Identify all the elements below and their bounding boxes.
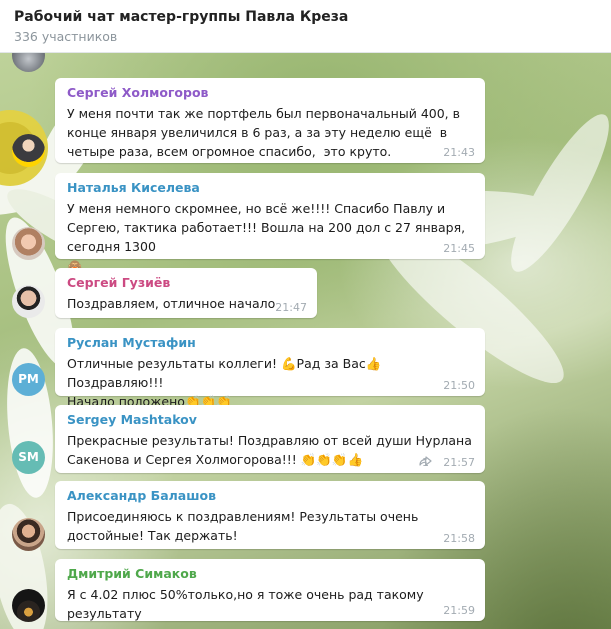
message-text: Отличные результаты коллеги! 💪Рад за Вас…	[67, 354, 474, 411]
message-text: У меня немного скромнее, но всё же!!!! С…	[67, 199, 474, 275]
avatar[interactable]	[12, 134, 45, 167]
message-bubble[interactable]: Наталья Киселева У меня немного скромнее…	[55, 173, 485, 273]
message-time: 21:57	[443, 456, 475, 469]
avatar[interactable]	[12, 285, 45, 318]
forward-arrow-icon	[419, 456, 432, 466]
avatar[interactable]	[12, 589, 45, 622]
avatar-initials: SM	[18, 450, 39, 464]
message-text: Прекрасные результаты! Поздравляю от все…	[67, 431, 474, 469]
message-time: 21:50	[443, 379, 475, 392]
message-text-part: Отличные результаты коллеги!	[67, 356, 281, 371]
chat-title: Рабочий чат мастер-группы Павла Креза	[14, 9, 349, 25]
forward-indicator[interactable]: 1	[419, 456, 432, 469]
message-author[interactable]: Руслан Мустафин	[67, 335, 474, 351]
message-author[interactable]: Сергей Гузиёв	[67, 275, 306, 291]
message-time: 21:58	[443, 532, 475, 545]
avatar[interactable]	[12, 227, 45, 260]
avatar-initials: РМ	[18, 372, 39, 386]
avatar[interactable]	[12, 518, 45, 551]
avatar[interactable]: РМ	[12, 363, 45, 396]
message-bubble[interactable]: Sergey Mashtakov Прекрасные результаты! …	[55, 405, 485, 473]
message-text: Присоединяюсь к поздравлениям! Результат…	[67, 509, 423, 543]
message-bubble[interactable]: Сергей Холмогоров У меня почти так же по…	[55, 78, 485, 163]
message-time: 21:45	[443, 242, 475, 255]
message-text-part: Рад за Вас	[296, 356, 366, 371]
message-text: Я с 4.02 плюс 50%только,но я тоже очень …	[67, 587, 428, 621]
message-text-content: Прекрасные результаты! Поздравляю от все…	[67, 433, 476, 467]
message-text: У меня почти так же портфель был первона…	[67, 106, 464, 159]
avatar[interactable]: SM	[12, 441, 45, 474]
message-text: Поздравляем, отличное начало	[67, 296, 276, 311]
message-bubble[interactable]: Александр Балашов Присоединяюсь к поздра…	[55, 481, 485, 549]
chat-area[interactable]: Сергей Холмогоров У меня почти так же по…	[0, 53, 611, 629]
message-author[interactable]: Александр Балашов	[67, 488, 474, 504]
message-time: 21:59	[443, 604, 475, 617]
chat-header[interactable]: Рабочий чат мастер-группы Павла Креза 33…	[0, 0, 611, 53]
message-text-content: У меня немного скромнее, но всё же!!!! С…	[67, 201, 470, 254]
message-author[interactable]: Сергей Холмогоров	[67, 85, 474, 101]
message-author[interactable]: Дмитрий Симаков	[67, 566, 474, 582]
flexed-biceps-icon: 💪	[280, 356, 297, 371]
message-author[interactable]: Наталья Киселева	[67, 180, 474, 196]
message-time: 21:47	[275, 301, 307, 314]
message-author[interactable]: Sergey Mashtakov	[67, 412, 474, 428]
thumbs-up-icon: 👍	[365, 356, 382, 371]
clapping-hands-icon: 👏👏👏👍	[300, 452, 364, 467]
member-count[interactable]: 336 участников	[14, 29, 117, 44]
message-time: 21:43	[443, 146, 475, 159]
message-bubble[interactable]: Руслан Мустафин Отличные результаты колл…	[55, 328, 485, 409]
message-bubble[interactable]: Дмитрий Симаков Я с 4.02 плюс 50%только,…	[55, 559, 485, 621]
message-bubble[interactable]: Сергей Гузиёв Поздравляем, отличное нача…	[55, 268, 317, 318]
